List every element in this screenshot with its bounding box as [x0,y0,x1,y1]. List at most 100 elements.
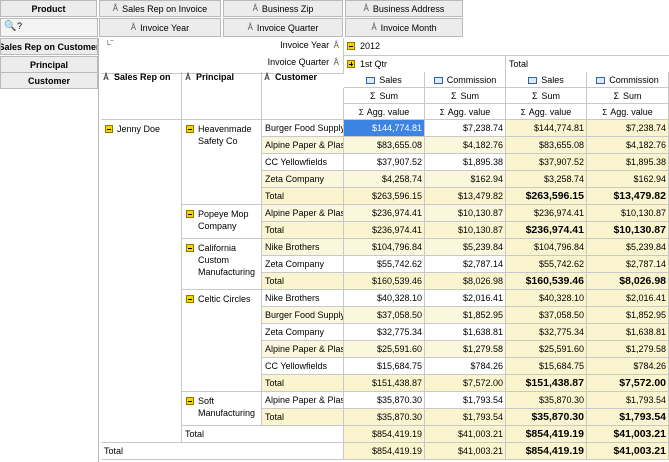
row-header-customer[interactable]: Å Customer [262,72,344,88]
value-cell[interactable]: $2,787.14 [425,256,506,273]
value-header-2[interactable]: Σ Agg. value [506,104,587,120]
expand-icon[interactable] [347,60,355,68]
value-cell[interactable]: $1,793.54 [587,392,669,409]
row-field-sales-rep-on-customer[interactable]: Sales Rep on Customer [0,38,98,55]
value-cell[interactable]: $55,742.62 [344,256,425,273]
customer-cell[interactable]: Burger Food Supply [262,120,344,137]
value-cell[interactable]: $7,238.74 [587,120,669,137]
value-cell[interactable]: $104,796.84 [506,239,587,256]
value-cell[interactable]: $4,182.76 [425,137,506,154]
value-cell[interactable]: $104,796.84 [344,239,425,256]
value-cell[interactable]: $32,775.34 [506,324,587,341]
value-cell[interactable]: $40,328.10 [344,290,425,307]
measure-header-3[interactable]: Commission [587,72,669,88]
value-cell[interactable]: $5,239.84 [587,239,669,256]
principal-group-cell[interactable]: Soft Manufacturing [182,392,262,426]
value-cell[interactable]: $37,058.50 [344,307,425,324]
value-cell[interactable]: $1,852.95 [587,307,669,324]
value-cell[interactable]: $2,016.41 [587,290,669,307]
value-cell[interactable]: $25,591.60 [506,341,587,358]
value-cell[interactable]: $4,182.76 [587,137,669,154]
collapse-icon[interactable] [347,42,355,50]
collapse-icon[interactable] [105,125,113,133]
collapse-icon[interactable] [186,125,194,133]
value-cell[interactable]: $3,258.74 [506,171,587,188]
col-field-invoice-year[interactable]: Å Invoice Year [99,18,221,37]
measure-header-2[interactable]: Sales [506,72,587,88]
customer-cell[interactable]: Zeta Company [262,324,344,341]
filter-tool[interactable]: 🔍 ? [0,18,98,37]
value-cell[interactable]: $5,239.84 [425,239,506,256]
row-header-principal[interactable]: Å Principal [183,72,261,88]
value-cell[interactable]: $2,016.41 [425,290,506,307]
value-cell[interactable]: $40,328.10 [506,290,587,307]
collapse-icon[interactable] [186,210,194,218]
aggregate-header-0[interactable]: Σ Sum [344,88,425,104]
principal-group-cell[interactable]: Popeye Mop Company [182,205,262,239]
row-header-sales-rep[interactable]: Å Sales Rep on [101,72,181,88]
customer-cell[interactable]: Zeta Company [262,256,344,273]
value-cell[interactable]: $55,742.62 [506,256,587,273]
value-cell[interactable]: $236,974.41 [344,205,425,222]
customer-cell[interactable]: Alpine Paper & Plast [262,392,344,409]
col-field-invoice-month[interactable]: Å Invoice Month [345,18,463,37]
value-cell[interactable]: $10,130.87 [587,205,669,222]
row-field-customer[interactable]: Customer [0,72,98,89]
customer-cell[interactable]: Nike Brothers [262,239,344,256]
customer-cell[interactable]: Alpine Paper & Plast [262,341,344,358]
field-business-zip[interactable]: Å Business Zip [223,0,343,17]
customer-cell[interactable]: CC Yellowfields [262,154,344,171]
value-header-1[interactable]: Σ Agg. value [425,104,506,120]
value-cell[interactable]: $37,058.50 [506,307,587,324]
rep-group-cell[interactable]: Jenny Doe [101,120,182,443]
value-cell[interactable]: $83,655.08 [344,137,425,154]
principal-group-cell[interactable]: Celtic Circles [182,290,262,392]
field-product[interactable]: Product [0,0,97,17]
row-field-principal[interactable]: Principal [0,56,98,73]
value-cell[interactable]: $37,907.52 [344,154,425,171]
value-cell[interactable]: $2,787.14 [587,256,669,273]
collapse-icon[interactable] [186,295,194,303]
value-cell[interactable]: $1,895.38 [425,154,506,171]
value-cell[interactable]: $1,895.38 [587,154,669,171]
value-cell[interactable]: $1,279.58 [587,341,669,358]
value-cell[interactable]: $144,774.81 [506,120,587,137]
value-cell[interactable]: $1,793.54 [425,392,506,409]
measure-header-0[interactable]: Sales [344,72,425,88]
value-cell[interactable]: $10,130.87 [425,205,506,222]
value-cell[interactable]: $32,775.34 [344,324,425,341]
value-cell[interactable]: $4,258.74 [344,171,425,188]
collapse-icon[interactable] [186,397,194,405]
value-header-3[interactable]: Σ Agg. value [587,104,669,120]
value-cell[interactable]: $144,774.81 [344,120,425,137]
customer-cell[interactable]: Alpine Paper & Plast [262,205,344,222]
value-cell[interactable]: $162.94 [587,171,669,188]
customer-cell[interactable]: Zeta Company [262,171,344,188]
col-field-invoice-quarter[interactable]: Å Invoice Quarter [223,18,343,37]
measure-header-1[interactable]: Commission [425,72,506,88]
value-cell[interactable]: $236,974.41 [506,205,587,222]
customer-cell[interactable]: Burger Food Supply [262,307,344,324]
value-cell[interactable]: $35,870.30 [506,392,587,409]
value-cell[interactable]: $1,638.81 [425,324,506,341]
aggregate-header-2[interactable]: Σ Sum [506,88,587,104]
principal-group-cell[interactable]: Heavenmade Safety Co [182,120,262,205]
principal-group-cell[interactable]: California Custom Manufacturing [182,239,262,290]
aggregate-header-3[interactable]: Σ Sum [587,88,669,104]
value-cell[interactable]: $784.26 [587,358,669,375]
value-cell[interactable]: $37,907.52 [506,154,587,171]
value-cell[interactable]: $35,870.30 [344,392,425,409]
aggregate-header-1[interactable]: Σ Sum [425,88,506,104]
value-cell[interactable]: $25,591.60 [344,341,425,358]
value-cell[interactable]: $1,852.95 [425,307,506,324]
value-cell[interactable]: $1,279.58 [425,341,506,358]
value-cell[interactable]: $162.94 [425,171,506,188]
value-cell[interactable]: $83,655.08 [506,137,587,154]
year-2012-header[interactable]: 2012 [344,38,669,56]
field-sales-rep-on-invoice[interactable]: Å Sales Rep on Invoice [99,0,221,17]
value-cell[interactable]: $15,684.75 [344,358,425,375]
value-cell[interactable]: $784.26 [425,358,506,375]
customer-cell[interactable]: Alpine Paper & Plast [262,137,344,154]
customer-cell[interactable]: CC Yellowfields [262,358,344,375]
field-business-address[interactable]: Å Business Address [345,0,463,17]
